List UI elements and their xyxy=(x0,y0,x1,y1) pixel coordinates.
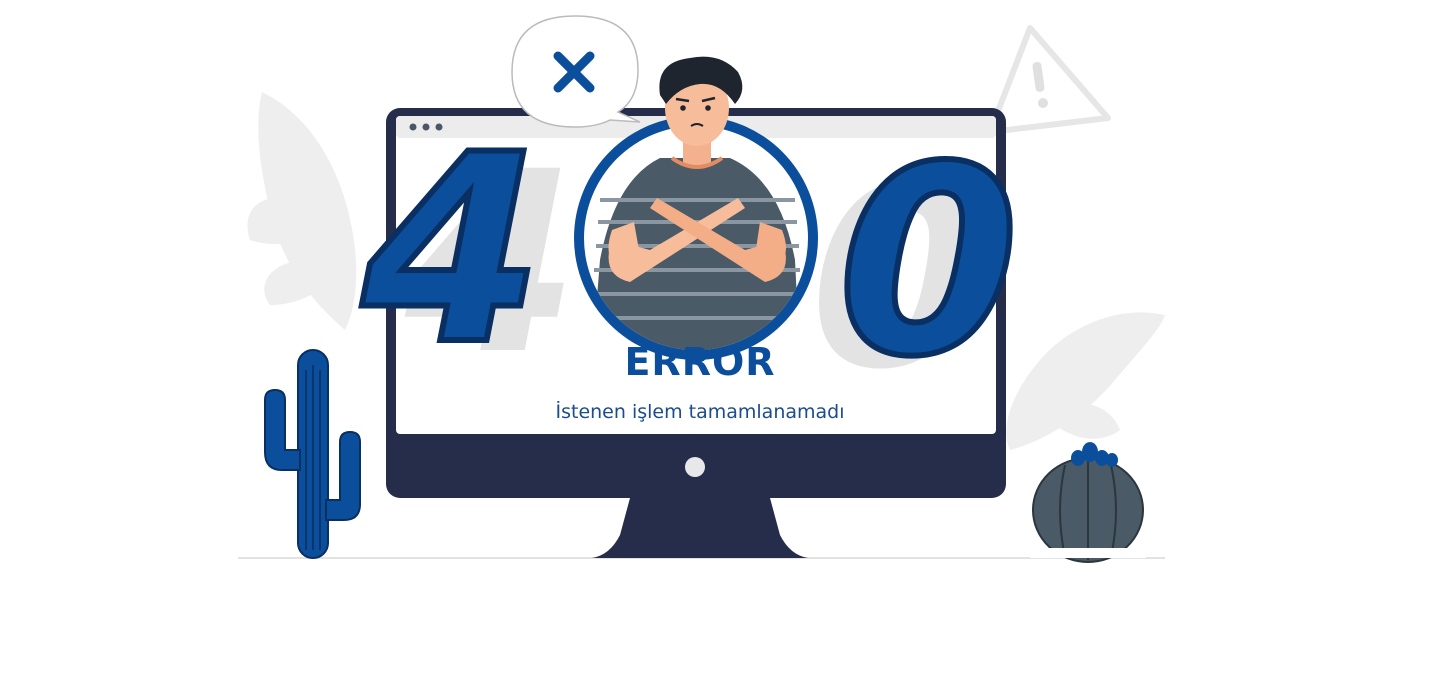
error-title: ERROR xyxy=(624,340,776,384)
monitor-power-button xyxy=(685,457,705,477)
cactus-left xyxy=(264,349,361,559)
leaf-right-decoration xyxy=(1006,312,1165,450)
monitor-stand xyxy=(592,498,808,558)
speech-bubble xyxy=(511,15,641,128)
cactus-right xyxy=(1030,442,1146,563)
error-page: 4 0 4 0 ERROR İstenen işlem tamamlanamad… xyxy=(0,0,1429,699)
error-message: İstenen işlem tamamlanamadı xyxy=(555,401,845,423)
leaf-left-decoration xyxy=(247,92,357,330)
